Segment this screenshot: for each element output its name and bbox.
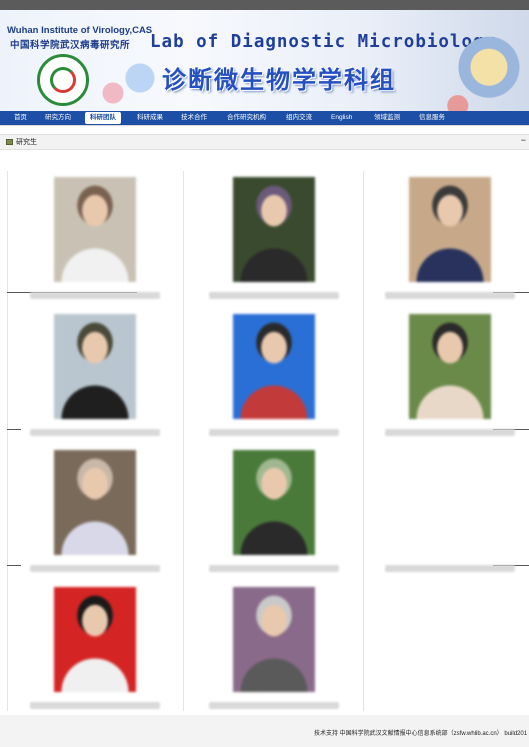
- nav-item-field-monitoring[interactable]: 领域监测: [374, 112, 400, 124]
- content-panel: 研究生 −: [0, 125, 529, 715]
- grid-divider: [7, 171, 8, 711]
- student-caption[interactable]: [385, 292, 515, 299]
- panel-title: 研究生: [16, 139, 37, 146]
- student-photo[interactable]: [409, 177, 491, 282]
- site-banner: Wuhan Institute of Virology,CAS 中国科学院武汉病…: [0, 10, 529, 111]
- student-caption[interactable]: [385, 565, 515, 572]
- institute-name-en: Wuhan Institute of Virology,CAS: [7, 25, 153, 36]
- grid-divider: [183, 171, 184, 711]
- nav-item-research-team[interactable]: 科研团队: [85, 112, 121, 124]
- nav-item-english[interactable]: English: [331, 112, 352, 124]
- student-card[interactable]: [10, 444, 180, 579]
- browser-top-strip: [0, 0, 529, 10]
- nav-item-partner-institutions[interactable]: 合作研究机构: [227, 112, 266, 124]
- student-card[interactable]: [10, 308, 180, 443]
- banner-decoration-right: [440, 24, 529, 111]
- panel-header: 研究生 −: [0, 134, 529, 150]
- panel-folder-icon: [6, 139, 13, 145]
- student-photo[interactable]: [233, 177, 315, 282]
- student-caption[interactable]: [209, 702, 339, 709]
- student-photo[interactable]: [409, 314, 491, 419]
- nav-item-group-exchange[interactable]: 组内交流: [286, 112, 312, 124]
- student-photo[interactable]: [54, 314, 136, 419]
- student-caption[interactable]: [30, 702, 160, 709]
- student-card[interactable]: [365, 171, 529, 306]
- student-photo[interactable]: [233, 587, 315, 692]
- student-caption[interactable]: [30, 429, 160, 436]
- footer-credit: 技术支持 中国科学院武汉文献情报中心信息系统部（zsfw.whlib.ac.cn…: [314, 731, 528, 737]
- nav-item-tech-cooperation[interactable]: 技术合作: [181, 112, 207, 124]
- grid-divider: [363, 171, 364, 711]
- student-photo[interactable]: [54, 450, 136, 555]
- student-card[interactable]: [189, 308, 359, 443]
- student-card[interactable]: [189, 581, 359, 716]
- student-caption[interactable]: [385, 429, 515, 436]
- student-caption[interactable]: [30, 292, 160, 299]
- nav-item-info-service[interactable]: 信息服务: [419, 112, 445, 124]
- student-card[interactable]: [189, 171, 359, 306]
- institute-logo[interactable]: [37, 54, 89, 106]
- student-photo[interactable]: [233, 314, 315, 419]
- student-card[interactable]: [365, 308, 529, 443]
- institute-name-cn: 中国科学院武汉病毒研究所: [10, 40, 131, 51]
- nav-item-home[interactable]: 首页: [14, 112, 27, 124]
- student-photo-grid: [7, 171, 529, 711]
- student-caption[interactable]: [30, 565, 160, 572]
- student-card[interactable]: [10, 581, 180, 716]
- student-photo[interactable]: [54, 177, 136, 282]
- student-caption[interactable]: [209, 565, 339, 572]
- student-card-empty: [365, 444, 529, 579]
- student-photo[interactable]: [54, 587, 136, 692]
- main-nav: 首页 研究方向 科研团队 科研成果 技术合作 合作研究机构 组内交流 Engli…: [0, 111, 529, 125]
- student-caption[interactable]: [209, 429, 339, 436]
- page-footer: 技术支持 中国科学院武汉文献情报中心信息系统部（zsfw.whlib.ac.cn…: [0, 715, 529, 747]
- student-card[interactable]: [10, 171, 180, 306]
- nav-item-research-results[interactable]: 科研成果: [137, 112, 163, 124]
- lab-title-cn: 诊断微生物学学科组: [162, 67, 396, 94]
- student-photo[interactable]: [233, 450, 315, 555]
- panel-collapse-button[interactable]: −: [521, 135, 526, 145]
- nav-item-research-direction[interactable]: 研究方向: [45, 112, 71, 124]
- student-caption[interactable]: [209, 292, 339, 299]
- banner-decoration-left: [95, 58, 155, 108]
- logo-emblem-icon: [50, 67, 76, 93]
- student-card[interactable]: [189, 444, 359, 579]
